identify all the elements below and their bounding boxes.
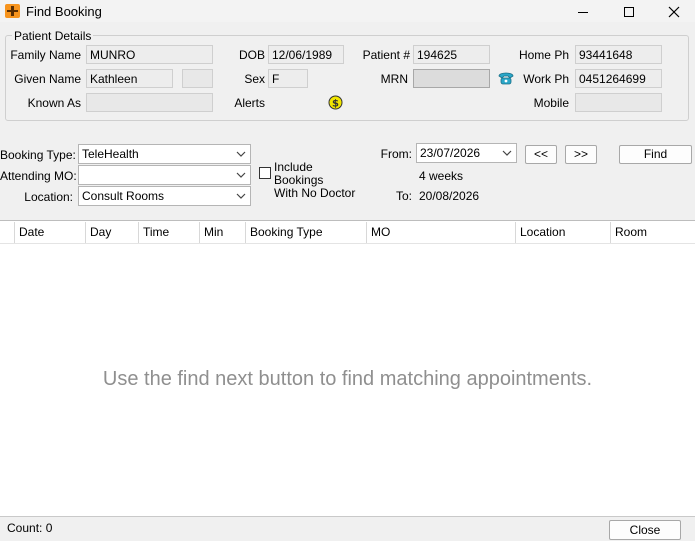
include-no-doctor-label[interactable]: Include Bookings With No Doctor (274, 161, 364, 200)
column-header-mo[interactable]: MO (366, 222, 515, 244)
column-header-room[interactable]: Room (610, 222, 695, 244)
patient-number-field: 194625 (413, 45, 490, 64)
empty-results-message: Use the find next button to find matchin… (102, 368, 593, 390)
known-as-field (86, 93, 213, 112)
sex-field: F (268, 69, 308, 88)
previous-period-button[interactable]: << (525, 145, 557, 164)
dollar-alert-icon[interactable]: $ (328, 95, 343, 110)
booking-app-icon (5, 4, 20, 18)
include-no-doctor-label-line1: Include Bookings (274, 160, 324, 187)
close-window-button[interactable] (651, 0, 695, 22)
patient-details-label: Patient Details (12, 29, 94, 43)
sex-label: Sex (244, 72, 265, 86)
alerts-label: Alerts (234, 96, 265, 110)
column-header-day[interactable]: Day (85, 222, 138, 244)
booking-type-select[interactable]: TeleHealth (78, 144, 251, 164)
dob-field: 12/06/1989 (268, 45, 344, 64)
location-value: Consult Rooms (82, 189, 165, 203)
location-label: Location: (24, 190, 73, 204)
header-divider (0, 243, 695, 244)
from-label: From: (380, 147, 412, 161)
close-icon (668, 6, 680, 18)
column-header-booking-type[interactable]: Booking Type (245, 222, 366, 244)
close-button[interactable]: Close (609, 520, 681, 540)
dob-label: DOB (238, 48, 265, 62)
chevron-down-icon (502, 150, 512, 156)
work-phone-field: 0451264699 (575, 69, 662, 88)
booking-type-label: Booking Type: (0, 148, 76, 162)
to-label: To: (395, 189, 412, 203)
attending-mo-label: Attending MO: (0, 169, 77, 183)
from-date-picker[interactable]: 23/07/2026 (416, 143, 517, 163)
chevron-down-icon (236, 193, 246, 199)
given-name-label: Given Name (14, 72, 81, 86)
svg-text:$: $ (332, 98, 339, 109)
from-date-value: 23/07/2026 (420, 146, 481, 160)
to-date-text: 20/08/2026 (419, 189, 480, 203)
column-header-time[interactable]: Time (138, 222, 199, 244)
attending-mo-select[interactable] (78, 165, 251, 185)
family-name-label: Family Name (10, 48, 81, 62)
result-count: Count: 0 (7, 521, 53, 535)
maximize-icon (624, 7, 634, 18)
mobile-field (575, 93, 662, 112)
home-phone-field: 93441648 (575, 45, 662, 64)
chevron-down-icon (236, 151, 246, 157)
work-phone-label: Work Ph (523, 72, 569, 86)
location-select[interactable]: Consult Rooms (78, 186, 251, 206)
column-header-date[interactable]: Date (14, 222, 85, 244)
include-no-doctor-label-line2: With No Doctor (274, 186, 356, 200)
home-phone-label: Home Ph (518, 48, 569, 62)
given-name-extra-field (182, 69, 213, 88)
mrn-field (413, 69, 490, 88)
mobile-label: Mobile (533, 96, 569, 110)
maximize-button[interactable] (606, 0, 652, 22)
column-header-location[interactable]: Location (515, 222, 610, 244)
family-name-field: MUNRO (86, 45, 213, 64)
given-name-field: Kathleen (86, 69, 173, 88)
known-as-label: Known As (27, 96, 81, 110)
duration-text: 4 weeks (419, 169, 464, 183)
next-period-button[interactable]: >> (565, 145, 597, 164)
status-bar (0, 516, 695, 541)
minimize-button[interactable] (560, 0, 606, 22)
mrn-label: MRN (380, 72, 408, 86)
find-button[interactable]: Find (619, 145, 692, 164)
window-title: Find Booking (26, 4, 102, 19)
include-no-doctor-checkbox[interactable] (259, 167, 271, 179)
column-header-min[interactable]: Min (199, 222, 245, 244)
booking-type-value: TeleHealth (82, 147, 139, 161)
patient-number-label: Patient # (362, 48, 410, 62)
minimize-icon (578, 11, 588, 13)
chevron-down-icon (236, 172, 246, 178)
